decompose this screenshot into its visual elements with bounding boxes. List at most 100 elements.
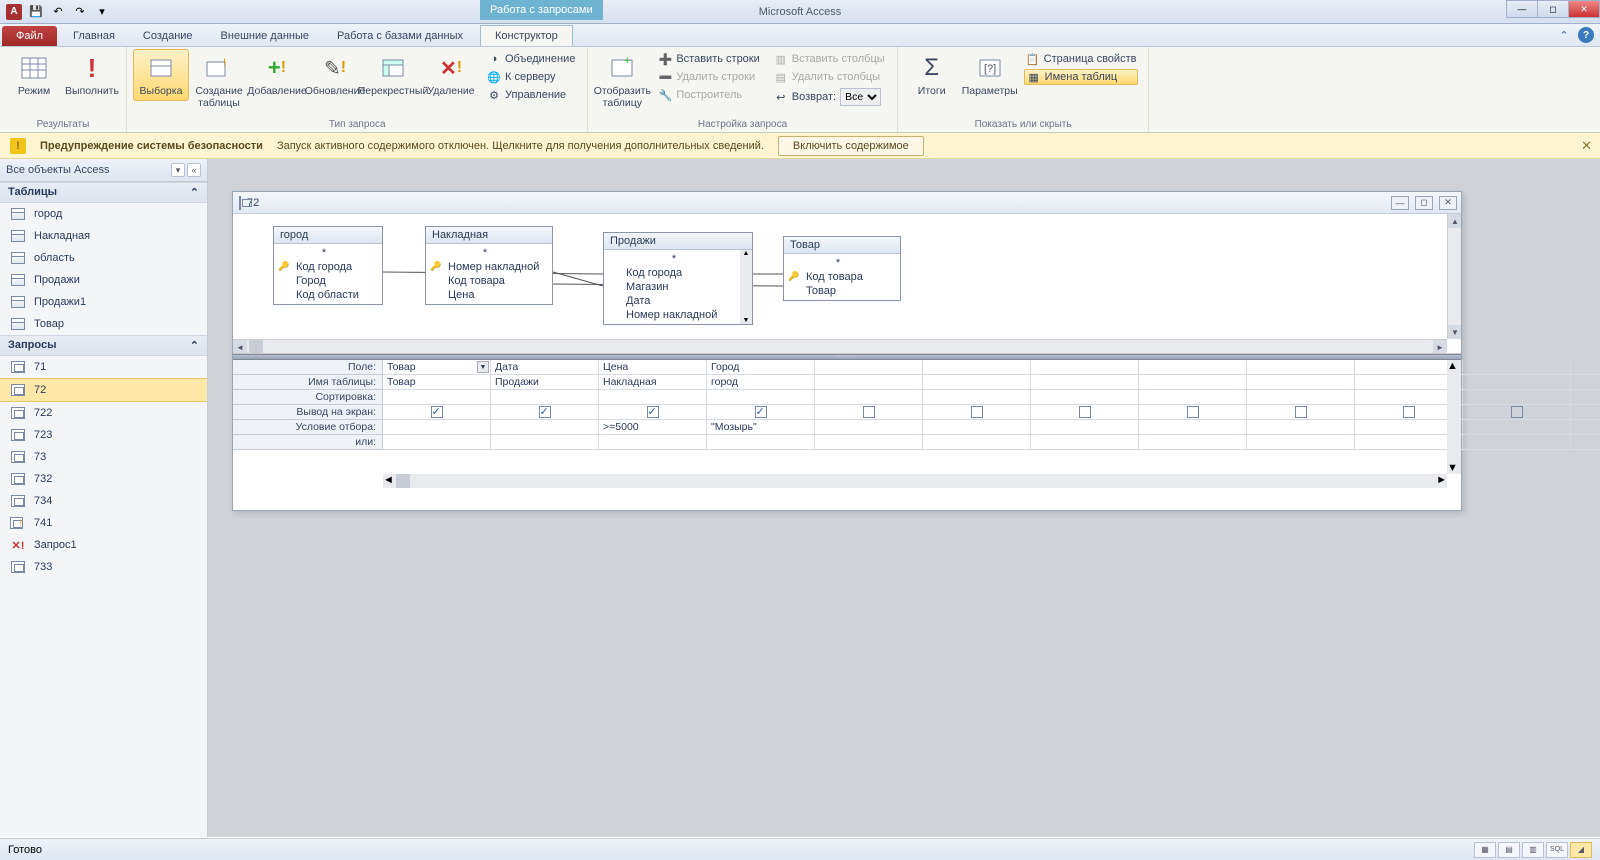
child-window-header[interactable]: 72 — ◻ ✕ bbox=[233, 192, 1461, 214]
grid-cell[interactable] bbox=[923, 390, 1031, 405]
builder-button[interactable]: 🔧Построитель bbox=[656, 87, 761, 103]
nav-table-item[interactable]: Товар bbox=[0, 313, 207, 335]
grid-cell[interactable] bbox=[815, 435, 923, 450]
view-sql-button[interactable]: SQL bbox=[1546, 842, 1568, 858]
view-button[interactable]: Режим bbox=[6, 49, 62, 101]
show-checkbox[interactable] bbox=[971, 406, 983, 418]
grid-cell[interactable] bbox=[1031, 420, 1139, 435]
union-button[interactable]: ◑Объединение bbox=[485, 51, 577, 67]
return-select[interactable]: Все bbox=[840, 88, 881, 106]
help-icon[interactable]: ? bbox=[1578, 27, 1594, 43]
grid-cell[interactable] bbox=[1139, 435, 1247, 450]
tab-create[interactable]: Создание bbox=[129, 26, 207, 46]
deletecols-button[interactable]: ▤Удалить столбцы bbox=[772, 69, 887, 85]
maketable-button[interactable]: !Создание таблицы bbox=[191, 49, 247, 112]
show-checkbox[interactable] bbox=[1403, 406, 1415, 418]
diagram-field[interactable]: * bbox=[784, 256, 900, 270]
diagram-table[interactable]: Накладная*Номер накладнойКод товараЦена bbox=[425, 226, 553, 305]
nav-group-tables[interactable]: Таблицы⌃ bbox=[0, 182, 207, 203]
grid-row-header[interactable]: Условие отбора: bbox=[233, 420, 383, 435]
grid-cell[interactable] bbox=[383, 435, 491, 450]
grid-cell[interactable] bbox=[1139, 375, 1247, 390]
grid-row-header[interactable]: Сортировка: bbox=[233, 390, 383, 405]
diagram-field[interactable]: * bbox=[426, 246, 552, 260]
diagram-vscroll[interactable]: ▲▼ bbox=[1447, 214, 1461, 339]
grid-cell[interactable] bbox=[1247, 420, 1355, 435]
diagram-field[interactable]: Код города bbox=[604, 266, 752, 280]
grid-cell[interactable] bbox=[599, 435, 707, 450]
nav-query-item[interactable]: ✕!Запрос1 bbox=[0, 534, 207, 556]
grid-cell[interactable] bbox=[383, 390, 491, 405]
totals-button[interactable]: ΣИтоги bbox=[904, 49, 960, 101]
grid-cell[interactable] bbox=[1031, 435, 1139, 450]
diagram-field[interactable]: Номер накладной bbox=[426, 260, 552, 274]
grid-cell[interactable] bbox=[1139, 405, 1247, 420]
nav-query-item[interactable]: 73 bbox=[0, 446, 207, 468]
grid-row-header[interactable]: или: bbox=[233, 435, 383, 450]
show-checkbox[interactable] bbox=[1295, 406, 1307, 418]
maximize-button[interactable]: ◻ bbox=[1537, 0, 1569, 18]
nav-header[interactable]: Все объекты Access ▾« bbox=[0, 159, 207, 182]
diagram-field[interactable]: Город bbox=[274, 274, 382, 288]
diagram-table-header[interactable]: Накладная bbox=[426, 227, 552, 244]
qat-dropdown-icon[interactable]: ▾ bbox=[92, 2, 112, 22]
grid-cell[interactable] bbox=[923, 420, 1031, 435]
grid-cell[interactable] bbox=[491, 390, 599, 405]
tab-design[interactable]: Конструктор bbox=[480, 25, 573, 46]
grid-row-header[interactable]: Имя таблицы: bbox=[233, 375, 383, 390]
nav-query-item[interactable]: 71 bbox=[0, 356, 207, 378]
grid-cell[interactable] bbox=[1247, 390, 1355, 405]
view-pivot-button[interactable]: ▤ bbox=[1498, 842, 1520, 858]
grid-cell[interactable] bbox=[1247, 360, 1355, 375]
grid-cell[interactable] bbox=[1463, 360, 1571, 375]
grid-cell[interactable] bbox=[383, 405, 491, 420]
grid-cell[interactable] bbox=[707, 405, 815, 420]
grid-row-header[interactable]: Поле: bbox=[233, 360, 383, 375]
grid-cell[interactable] bbox=[491, 420, 599, 435]
grid-cell[interactable] bbox=[1571, 405, 1600, 420]
grid-cell[interactable] bbox=[815, 390, 923, 405]
diagram-field[interactable]: Код области bbox=[274, 288, 382, 302]
parameters-button[interactable]: [?]Параметры bbox=[962, 49, 1018, 101]
grid-cell[interactable] bbox=[1031, 375, 1139, 390]
grid-cell[interactable] bbox=[1571, 435, 1600, 450]
nav-collapse-icon[interactable]: « bbox=[187, 163, 201, 177]
grid-cell[interactable] bbox=[1463, 405, 1571, 420]
diagram-pane[interactable]: город*Код городаГородКод области Накладна… bbox=[233, 214, 1461, 354]
grid-cell[interactable] bbox=[815, 360, 923, 375]
grid-cell[interactable] bbox=[815, 405, 923, 420]
diagram-field[interactable]: Цена bbox=[426, 288, 552, 302]
nav-query-item[interactable]: 72 bbox=[0, 378, 207, 402]
grid-cell[interactable] bbox=[491, 405, 599, 420]
return-combo[interactable]: ↩Возврат: Все bbox=[772, 87, 887, 107]
nav-table-item[interactable]: область bbox=[0, 247, 207, 269]
grid-cell[interactable]: Накладная bbox=[599, 375, 707, 390]
append-button[interactable]: +!Добавление bbox=[249, 49, 305, 101]
child-minimize-button[interactable]: — bbox=[1391, 196, 1409, 210]
grid-hscroll[interactable]: ◄► bbox=[383, 474, 1447, 488]
diagram-field[interactable]: Магазин bbox=[604, 280, 752, 294]
grid-cell[interactable] bbox=[1031, 360, 1139, 375]
tab-external[interactable]: Внешние данные bbox=[207, 26, 323, 46]
enable-content-button[interactable]: Включить содержимое bbox=[778, 136, 924, 156]
select-query-button[interactable]: Выборка bbox=[133, 49, 189, 101]
run-button[interactable]: ! Выполнить bbox=[64, 49, 120, 101]
showtable-button[interactable]: +Отобразить таблицу bbox=[594, 49, 650, 112]
show-checkbox[interactable] bbox=[647, 406, 659, 418]
diagram-field[interactable]: Дата bbox=[604, 294, 752, 308]
grid-cell[interactable] bbox=[1571, 360, 1600, 375]
nav-query-item[interactable]: 723 bbox=[0, 424, 207, 446]
diagram-table[interactable]: город*Код городаГородКод области bbox=[273, 226, 383, 305]
grid-cell[interactable]: "Мозырь" bbox=[707, 420, 815, 435]
nav-table-item[interactable]: Продажи1 bbox=[0, 291, 207, 313]
diagram-table-header[interactable]: Товар bbox=[784, 237, 900, 254]
grid-row-header[interactable]: Вывод на экран: bbox=[233, 405, 383, 420]
dropdown-icon[interactable]: ▼ bbox=[477, 361, 489, 373]
undo-icon[interactable]: ↶ bbox=[48, 2, 68, 22]
show-checkbox[interactable] bbox=[755, 406, 767, 418]
diagram-field[interactable]: Код города bbox=[274, 260, 382, 274]
grid-cell[interactable] bbox=[923, 435, 1031, 450]
grid-cell[interactable]: Товар▼ bbox=[383, 360, 491, 375]
redo-icon[interactable]: ↷ bbox=[70, 2, 90, 22]
grid-cell[interactable] bbox=[1463, 390, 1571, 405]
